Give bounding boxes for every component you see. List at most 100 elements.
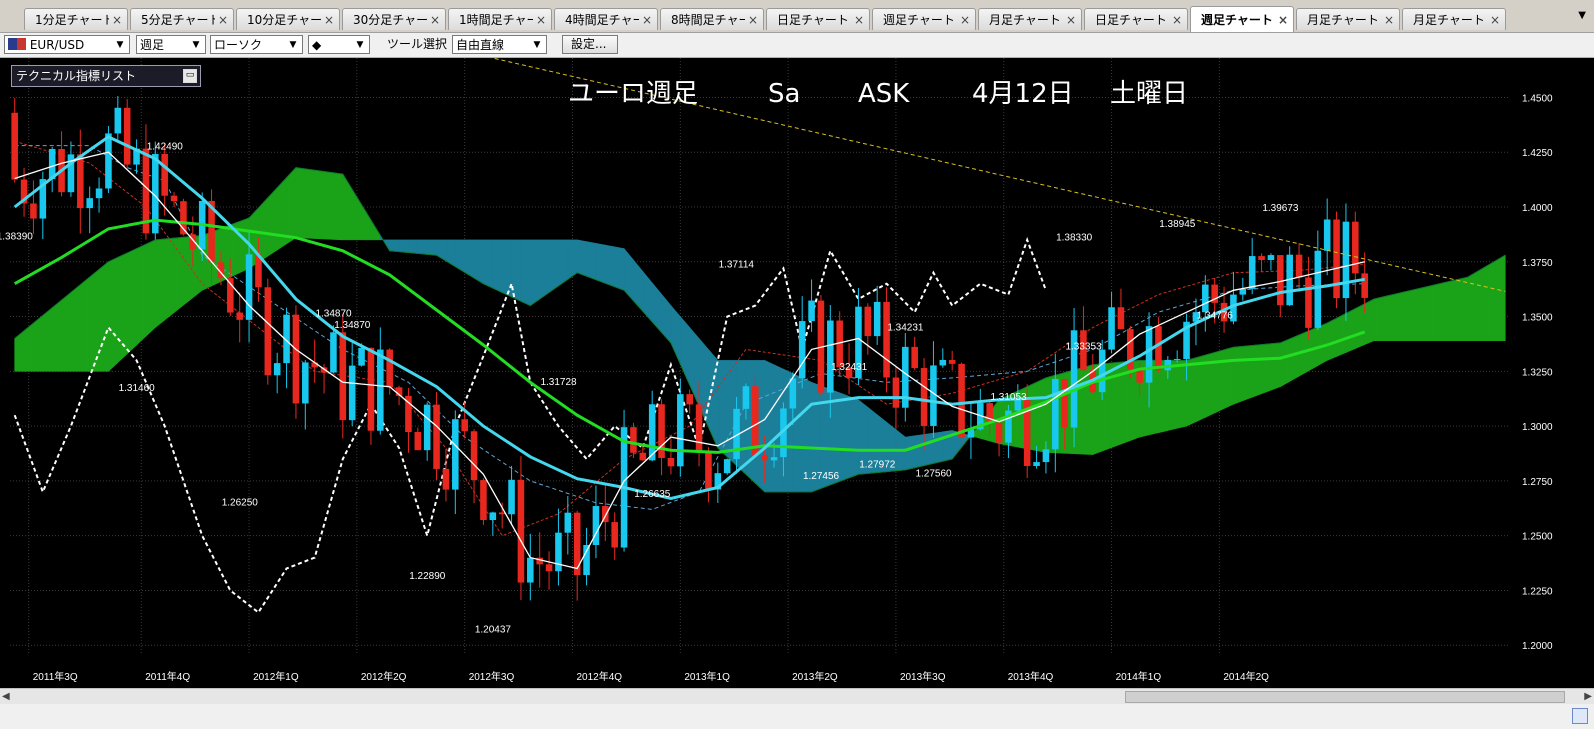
chevron-down-icon: ▼ bbox=[533, 40, 541, 50]
kumo-segment bbox=[389, 239, 400, 253]
y-tick-label: 1.3250 bbox=[1522, 367, 1553, 378]
tab-1[interactable]: 1分足チャート × bbox=[24, 8, 128, 30]
indicator-list-panel[interactable]: テクニカル指標リスト ▭ bbox=[11, 65, 201, 87]
kumo-segment bbox=[23, 322, 34, 372]
candle-body bbox=[527, 557, 534, 583]
candle-body bbox=[1295, 254, 1303, 278]
price-annotation: 1.26635 bbox=[634, 489, 671, 500]
chart-type-select[interactable]: ローソク ▼ bbox=[210, 35, 303, 54]
candle-body bbox=[508, 479, 515, 515]
kumo-segment bbox=[1420, 285, 1431, 341]
kumo-segment bbox=[530, 239, 540, 307]
candle-body bbox=[1061, 378, 1068, 428]
symbol-select[interactable]: EUR/USD ▼ bbox=[4, 35, 130, 54]
candle-body bbox=[1033, 462, 1040, 466]
close-icon[interactable]: × bbox=[430, 9, 440, 30]
close-icon[interactable]: × bbox=[642, 9, 652, 30]
candle-body bbox=[386, 349, 393, 388]
settings-button[interactable]: 設定... bbox=[562, 35, 618, 54]
close-icon[interactable]: × bbox=[218, 9, 228, 30]
tab-14[interactable]: 月足チャート - × bbox=[1402, 8, 1506, 30]
tab-6[interactable]: 4時間足チャート× bbox=[554, 8, 658, 30]
kumo-segment bbox=[717, 360, 728, 458]
kumo-segment bbox=[98, 261, 109, 372]
kumo-segment bbox=[1476, 265, 1487, 341]
tab-5[interactable]: 1時間足チャート× bbox=[448, 8, 552, 30]
candle-body bbox=[939, 359, 947, 366]
kumo-segment bbox=[1214, 349, 1225, 414]
scroll-right-icon[interactable]: ▶ bbox=[1584, 689, 1592, 705]
tab-10[interactable]: 月足チャート - × bbox=[978, 8, 1082, 30]
tab-2[interactable]: 5分足チャート × bbox=[130, 8, 234, 30]
tab-9[interactable]: 週足チャート - × bbox=[872, 8, 976, 30]
close-icon[interactable]: × bbox=[1172, 9, 1182, 30]
candle-body bbox=[489, 512, 497, 521]
period-select[interactable]: 週足 ▼ bbox=[136, 35, 206, 54]
close-icon[interactable]: × bbox=[854, 9, 864, 30]
price-annotation: 1.42490 bbox=[147, 141, 184, 152]
price-annotation: 1.22890 bbox=[409, 571, 446, 582]
candle-body bbox=[686, 394, 693, 405]
tab-3[interactable]: 10分足チャート× bbox=[236, 8, 340, 30]
window-icon[interactable] bbox=[1572, 708, 1588, 724]
close-icon[interactable]: × bbox=[748, 9, 758, 30]
candlestick-chart[interactable]: 1.4500 1.4250 1.4000 1.3750 1.3500 1.3250 1.30… bbox=[0, 58, 1594, 688]
kumo-segment bbox=[483, 239, 494, 289]
candle-body bbox=[433, 404, 440, 469]
y-tick-label: 1.2000 bbox=[1522, 641, 1553, 652]
close-icon[interactable]: × bbox=[1490, 9, 1500, 30]
candle-body bbox=[1258, 256, 1265, 261]
kumo-segment bbox=[558, 239, 569, 287]
close-icon[interactable]: × bbox=[1066, 9, 1076, 30]
close-icon[interactable]: × bbox=[960, 9, 970, 30]
tab-7[interactable]: 8時間足チャート× bbox=[660, 8, 764, 30]
close-icon[interactable]: × bbox=[1384, 9, 1394, 30]
candle-body bbox=[114, 107, 122, 134]
candle-body bbox=[442, 468, 450, 490]
chart-area[interactable]: 1.4500 1.4250 1.4000 1.3750 1.3500 1.3250 1.30… bbox=[0, 58, 1594, 729]
tab-12[interactable]: 週足チャート - × bbox=[1190, 6, 1294, 32]
collapse-icon[interactable]: ▭ bbox=[183, 69, 197, 83]
kumo-segment bbox=[1176, 360, 1187, 429]
candle-body bbox=[920, 368, 928, 426]
horizontal-scrollbar[interactable]: ◀ ▶ bbox=[0, 688, 1594, 705]
kumo-segment bbox=[1411, 287, 1422, 341]
kumo-segment bbox=[764, 359, 775, 493]
x-tick-label: 2013年2Q bbox=[792, 670, 838, 683]
candle-body bbox=[1239, 288, 1247, 295]
tool-select[interactable]: 自由直線 ▼ bbox=[452, 35, 547, 54]
scroll-left-icon[interactable]: ◀ bbox=[2, 689, 10, 705]
scrollbar-thumb[interactable] bbox=[1125, 691, 1565, 703]
kumo-segment bbox=[1270, 342, 1281, 391]
candle-body bbox=[827, 320, 834, 393]
kumo-segment bbox=[1261, 343, 1272, 395]
kumo-segment bbox=[80, 276, 90, 372]
price-annotation: 1.37114 bbox=[719, 259, 755, 270]
close-icon[interactable]: × bbox=[536, 9, 546, 30]
x-tick-label: 2013年4Q bbox=[1008, 670, 1054, 683]
marker-select[interactable]: ◆ ▼ bbox=[308, 35, 370, 54]
close-icon[interactable]: × bbox=[112, 9, 122, 30]
candle-body bbox=[742, 386, 750, 409]
tab-menu-icon[interactable]: ▼ bbox=[1578, 10, 1586, 21]
candle-body bbox=[583, 544, 590, 576]
tool-value: 自由直線 bbox=[456, 38, 505, 52]
tab-13[interactable]: 月足チャート - × bbox=[1296, 8, 1400, 30]
tab-label: 日足チャート - bbox=[777, 13, 851, 27]
chart-toolbar: EUR/USD ▼ 週足 ▼ ローソク ▼ ◆ ▼ ツール選択 自由直線 ▼ 設… bbox=[0, 33, 1594, 58]
price-annotation: 1.32431 bbox=[831, 362, 868, 373]
tab-4[interactable]: 30分足チャート× bbox=[342, 8, 446, 30]
chart-title-part: 土曜日 bbox=[1110, 79, 1188, 109]
candle-body bbox=[995, 422, 1003, 443]
candle-body bbox=[1136, 369, 1143, 383]
kumo-segment bbox=[1036, 377, 1047, 453]
candle-body bbox=[555, 532, 562, 572]
tab-11[interactable]: 日足チャート - × bbox=[1084, 8, 1188, 30]
close-icon[interactable]: × bbox=[1278, 7, 1288, 32]
kumo-segment bbox=[1223, 346, 1234, 410]
candle-body bbox=[677, 394, 684, 467]
kumo-segment bbox=[417, 239, 428, 255]
candle-body bbox=[161, 153, 168, 196]
tab-8[interactable]: 日足チャート - × bbox=[766, 8, 870, 30]
close-icon[interactable]: × bbox=[324, 9, 334, 30]
